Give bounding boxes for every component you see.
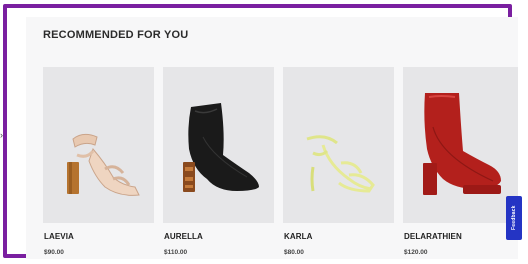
recommendations-frame: RECOMMENDED FOR YOU LAEVIA $90.00 AURELL… bbox=[3, 4, 518, 259]
feedback-tab[interactable]: Feedback bbox=[506, 196, 522, 240]
product-name[interactable]: KARLA bbox=[284, 232, 313, 241]
product-image[interactable] bbox=[163, 67, 274, 223]
product-card[interactable]: AURELLA $110.00 bbox=[163, 67, 274, 256]
recommendations-section: RECOMMENDED FOR YOU LAEVIA $90.00 AURELL… bbox=[26, 17, 518, 259]
product-price: $90.00 bbox=[44, 249, 64, 256]
product-name[interactable]: LAEVIA bbox=[44, 232, 74, 241]
black-block-heel-bootie-icon bbox=[183, 103, 259, 192]
product-card[interactable]: KARLA $80.00 bbox=[283, 67, 394, 256]
product-name[interactable]: DELARATHIEN bbox=[404, 232, 462, 241]
nude-block-heel-sandal-icon bbox=[67, 133, 140, 196]
product-price: $110.00 bbox=[164, 249, 188, 256]
product-card[interactable]: LAEVIA $90.00 bbox=[43, 67, 154, 256]
yellow-strappy-heel-sandal-icon bbox=[306, 135, 375, 193]
product-price: $80.00 bbox=[284, 249, 304, 256]
product-image[interactable] bbox=[43, 67, 154, 223]
red-platform-boot-icon bbox=[423, 93, 501, 195]
product-image[interactable] bbox=[403, 67, 514, 223]
product-carousel: LAEVIA $90.00 AURELLA $110.00 KARLA $80.… bbox=[26, 17, 518, 259]
product-card[interactable]: DELARATHIEN $120.00 bbox=[403, 67, 514, 256]
product-image[interactable] bbox=[283, 67, 394, 223]
product-price: $120.00 bbox=[404, 249, 428, 256]
product-name[interactable]: AURELLA bbox=[164, 232, 203, 241]
